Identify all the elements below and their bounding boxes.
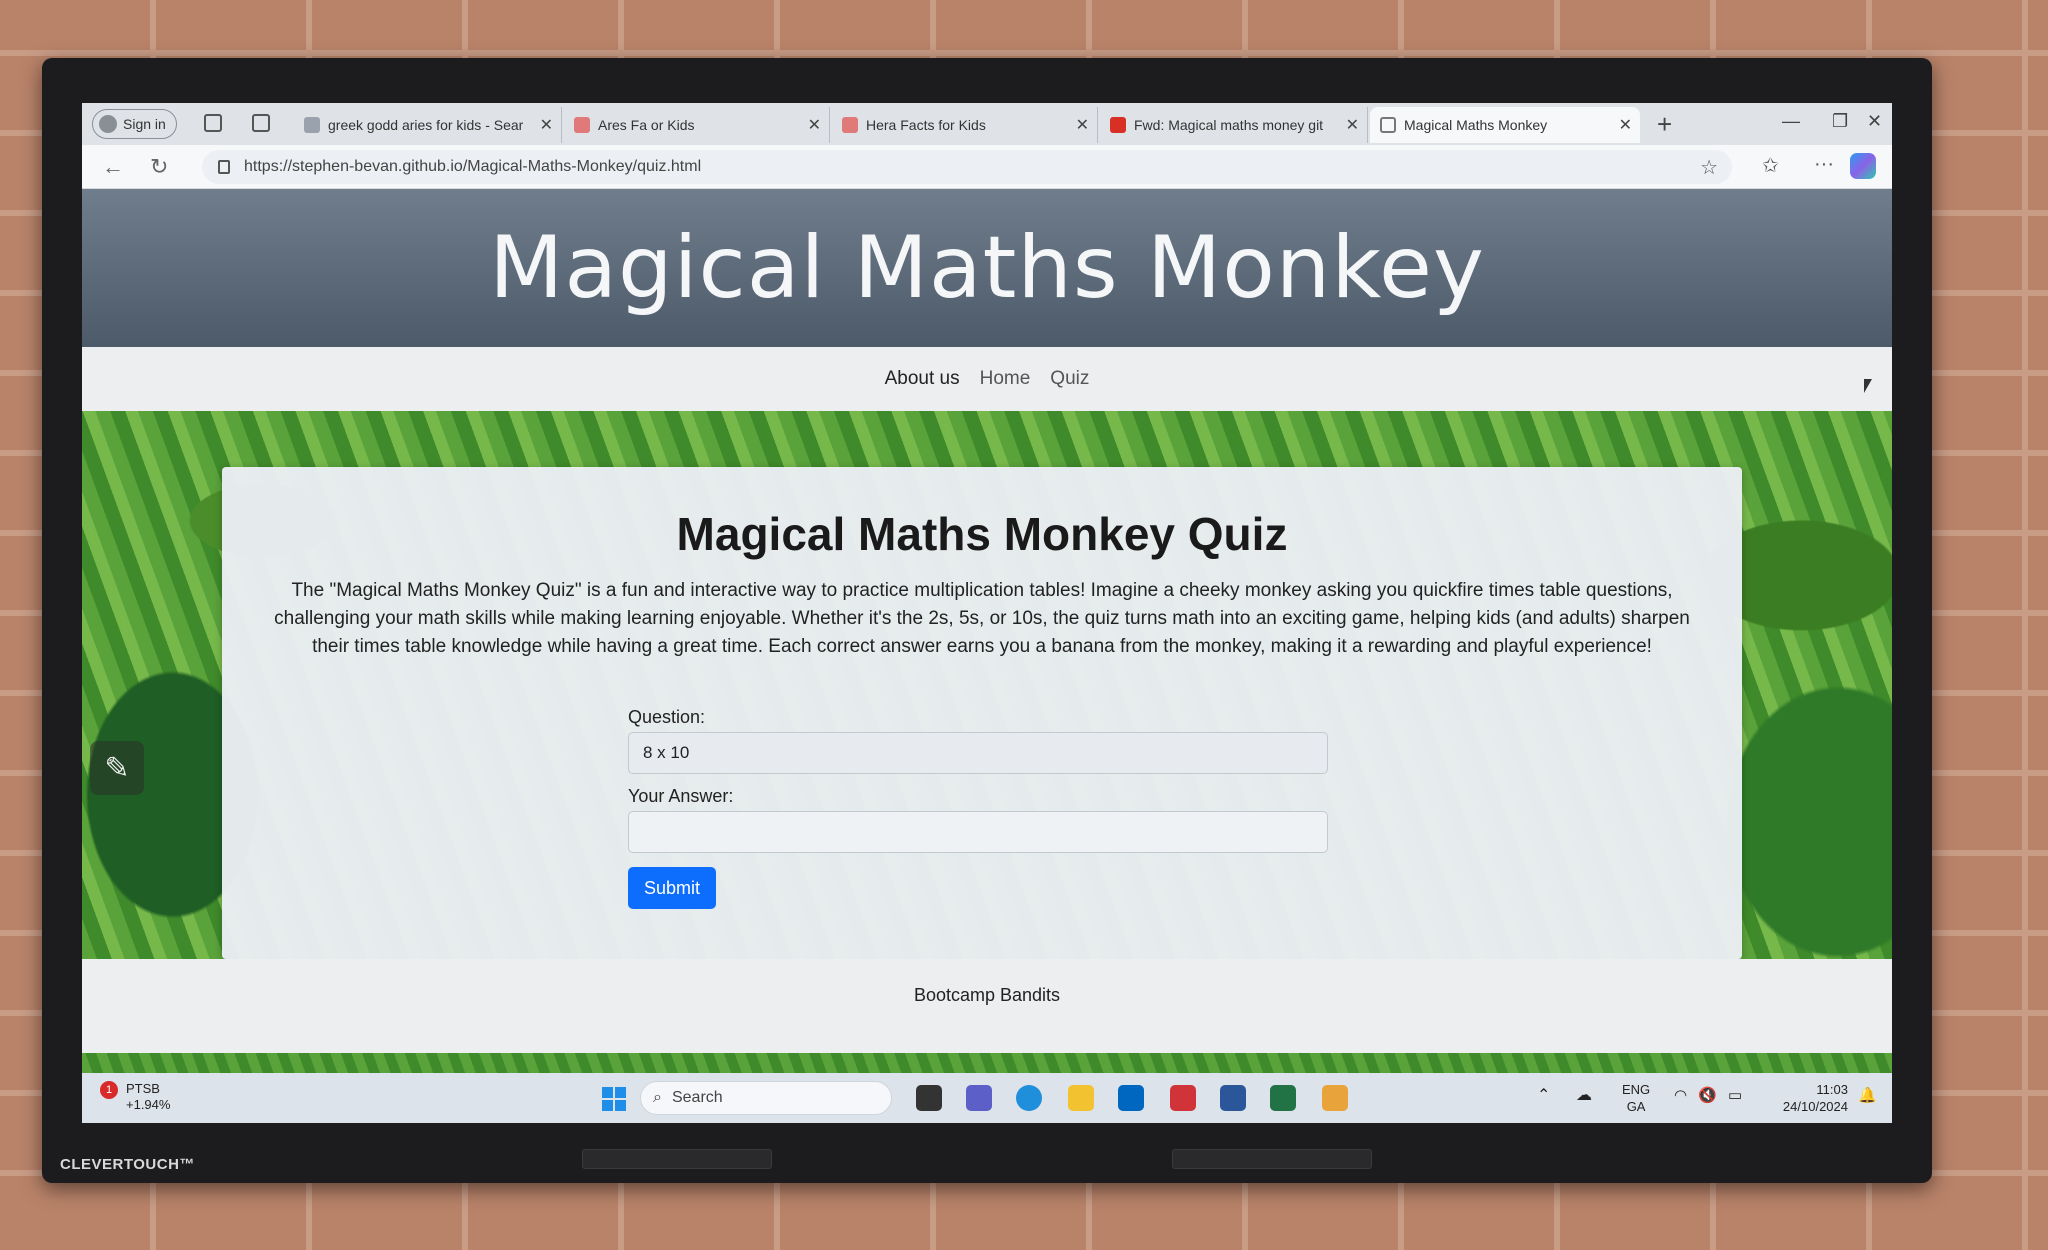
monitor-brand: CLEVERTOUCH™ (60, 1156, 195, 1173)
edge-icon[interactable] (1016, 1085, 1042, 1111)
refresh-icon[interactable]: ↻ (150, 154, 168, 180)
profile-icon (99, 115, 117, 133)
battery-icon[interactable]: ▭ (1728, 1087, 1742, 1104)
copilot-icon[interactable] (1850, 153, 1876, 179)
address-row: ← ↻ https://stephen-bevan.github.io/Magi… (82, 145, 1892, 189)
sign-in-button[interactable]: Sign in (92, 109, 177, 139)
stock-widget[interactable]: 1 PTSB +1.94% (100, 1081, 170, 1113)
tab-label: greek godd aries for kids - Sear (328, 117, 524, 133)
search-icon (304, 117, 320, 133)
mouse-cursor-icon (1864, 379, 1872, 393)
stock-name: PTSB (126, 1081, 160, 1096)
quiz-form: Question: 8 x 10 Your Answer: Submit (628, 707, 1328, 909)
search-icon: ⌕ (653, 1089, 662, 1106)
bezel-slot (582, 1149, 772, 1169)
bezel-slot (1172, 1149, 1372, 1169)
stock-change: +1.94% (126, 1097, 171, 1112)
powerpoint-icon[interactable] (1170, 1085, 1196, 1111)
sign-in-label: Sign in (123, 116, 166, 132)
site-title: Magical Maths Monkey (489, 218, 1485, 318)
tab-hera[interactable]: Hera Facts for Kids ✕ (832, 107, 1098, 143)
tab-greek-gods[interactable]: greek godd aries for kids - Sear ✕ (294, 107, 562, 143)
lang-bottom: GA (1626, 1099, 1646, 1114)
tab-label: Fwd: Magical maths money git (1134, 117, 1324, 133)
restore-icon[interactable]: ❐ (1832, 111, 1848, 132)
nav-home[interactable]: Home (980, 368, 1031, 390)
close-icon[interactable]: ✕ (1076, 115, 1089, 135)
new-tab-icon[interactable]: + (1657, 109, 1672, 140)
gmail-icon (1110, 117, 1126, 133)
store-icon[interactable] (1118, 1085, 1144, 1111)
clock-time: 11:03 (1816, 1082, 1848, 1097)
nav-quiz[interactable]: Quiz (1050, 368, 1089, 390)
notification-badge: 1 (100, 1081, 118, 1099)
tab-bar: Sign in greek godd aries for kids - Sear… (82, 103, 1892, 145)
site-header: Magical Maths Monkey (82, 189, 1892, 347)
tab-label: Magical Maths Monkey (1404, 117, 1548, 133)
tab-actions-icon[interactable] (252, 114, 270, 132)
tab-magical-maths-monkey[interactable]: Magical Maths Monkey ✕ (1370, 107, 1640, 143)
jungle-background: ✎ Magical Maths Monkey Quiz The "Magical… (82, 411, 1892, 959)
page-icon (574, 117, 590, 133)
teams-icon[interactable] (966, 1085, 992, 1111)
onedrive-icon[interactable]: ☁ (1576, 1087, 1592, 1104)
volume-muted-icon[interactable]: 🔇 (1698, 1087, 1717, 1104)
taskbar-search[interactable]: ⌕ Search (640, 1081, 892, 1115)
windows-start-icon[interactable] (602, 1087, 626, 1111)
submit-button[interactable]: Submit (628, 867, 716, 909)
more-options-icon[interactable]: ··· (1814, 153, 1834, 176)
monitor: Sign in greek godd aries for kids - Sear… (42, 58, 1932, 1183)
document-icon (1380, 117, 1396, 133)
quiz-card: Magical Maths Monkey Quiz The "Magical M… (222, 467, 1742, 959)
answer-input[interactable] (628, 811, 1328, 853)
lock-icon (218, 160, 230, 174)
favorite-star-icon[interactable]: ☆ (1700, 155, 1718, 180)
close-icon[interactable]: ✕ (1346, 115, 1359, 135)
question-label: Question: (628, 707, 706, 727)
tab-label: Ares Fa or Kids (598, 117, 695, 133)
taskbar: 1 PTSB +1.94% ⌕ Search ⌃ ☁ ENG GA ◠ 🔇 ▭ … (82, 1073, 1892, 1123)
quiz-description: The "Magical Maths Monkey Quiz" is a fun… (274, 580, 1690, 657)
clock-date: 24/10/2024 (1782, 1099, 1848, 1114)
task-view-icon[interactable] (916, 1085, 942, 1111)
close-icon[interactable]: ✕ (540, 115, 553, 135)
notification-bell-icon[interactable]: 🔔 (1858, 1087, 1877, 1104)
search-placeholder: Search (671, 1089, 723, 1106)
tab-label: Hera Facts for Kids (866, 117, 986, 133)
nav-about-us[interactable]: About us (885, 368, 960, 390)
answer-label: Your Answer: (628, 786, 734, 806)
excel-icon[interactable] (1270, 1085, 1296, 1111)
language-indicator[interactable]: ENG GA (1622, 1081, 1650, 1115)
footer-jungle-strip (82, 1053, 1892, 1073)
screen: Sign in greek godd aries for kids - Sear… (82, 103, 1892, 1123)
web-page: Magical Maths Monkey About us Home Quiz … (82, 189, 1892, 1073)
close-icon[interactable]: ✕ (808, 115, 821, 135)
tab-ares[interactable]: Ares Fa or Kids ✕ (564, 107, 830, 143)
address-bar[interactable]: https://stephen-bevan.github.io/Magical-… (202, 150, 1732, 184)
lang-top: ENG (1622, 1082, 1651, 1097)
workspaces-icon[interactable] (204, 114, 222, 132)
tab-gmail[interactable]: Fwd: Magical maths money git ✕ (1100, 107, 1368, 143)
quiz-heading: Magical Maths Monkey Quiz (676, 508, 1288, 560)
word-icon[interactable] (1220, 1085, 1246, 1111)
clock[interactable]: 11:03 24/10/2024 (1766, 1081, 1848, 1115)
minimize-icon[interactable]: — (1782, 111, 1800, 132)
file-explorer-icon[interactable] (1068, 1085, 1094, 1111)
close-icon[interactable]: ✕ (1619, 115, 1632, 135)
site-nav: About us Home Quiz (82, 347, 1892, 411)
wifi-icon[interactable]: ◠ (1674, 1087, 1687, 1104)
favorites-icon[interactable]: ✩ (1762, 153, 1779, 178)
close-window-icon[interactable]: ✕ (1867, 111, 1882, 132)
url-text: https://stephen-bevan.github.io/Magical-… (244, 158, 702, 175)
pencil-icon[interactable]: ✎ (90, 741, 144, 795)
app-icon[interactable] (1322, 1085, 1348, 1111)
page-icon (842, 117, 858, 133)
question-field: 8 x 10 (628, 732, 1328, 774)
chevron-up-icon[interactable]: ⌃ (1537, 1087, 1550, 1104)
back-icon[interactable]: ← (102, 154, 124, 180)
